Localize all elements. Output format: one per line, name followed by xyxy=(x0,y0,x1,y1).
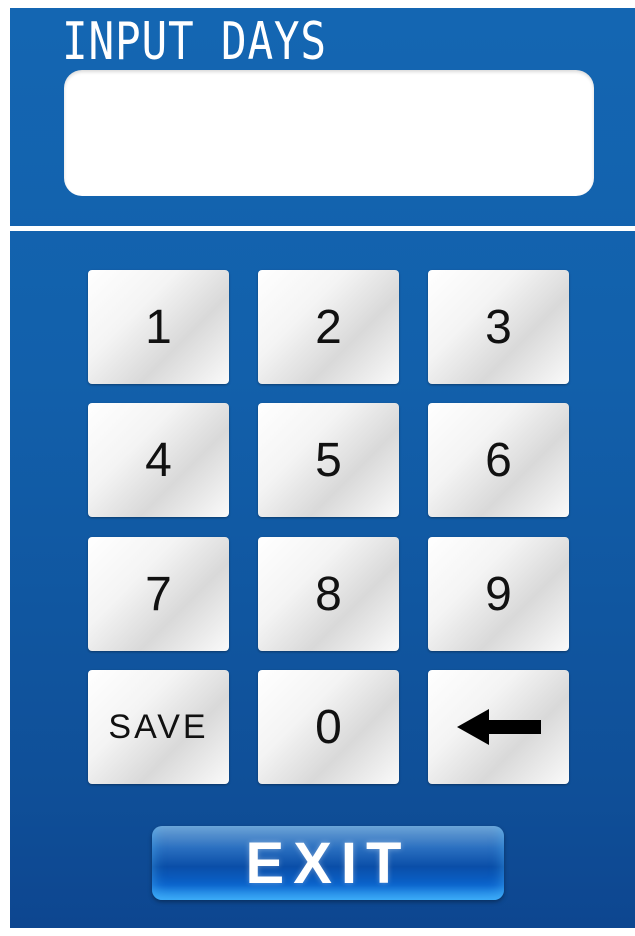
key-8-button[interactable]: 8 xyxy=(258,537,399,651)
key-2-button[interactable]: 2 xyxy=(258,270,399,384)
keypad-screen: INPUT DAYS 1 2 3 4 5 6 7 8 9 SAVE 0 EXIT xyxy=(10,8,635,928)
divider xyxy=(10,226,635,231)
key-6-button[interactable]: 6 xyxy=(428,403,569,517)
exit-button[interactable]: EXIT xyxy=(152,826,504,900)
backspace-button[interactable] xyxy=(428,670,569,784)
key-1-button[interactable]: 1 xyxy=(88,270,229,384)
key-3-button[interactable]: 3 xyxy=(428,270,569,384)
page-title: INPUT DAYS xyxy=(62,12,327,72)
key-7-button[interactable]: 7 xyxy=(88,537,229,651)
left-arrow-icon xyxy=(456,709,541,745)
key-0-button[interactable]: 0 xyxy=(258,670,399,784)
key-9-button[interactable]: 9 xyxy=(428,537,569,651)
save-button[interactable]: SAVE xyxy=(88,670,229,784)
exit-label: EXIT xyxy=(245,830,411,896)
days-input-field[interactable] xyxy=(64,70,594,196)
key-5-button[interactable]: 5 xyxy=(258,403,399,517)
key-4-button[interactable]: 4 xyxy=(88,403,229,517)
